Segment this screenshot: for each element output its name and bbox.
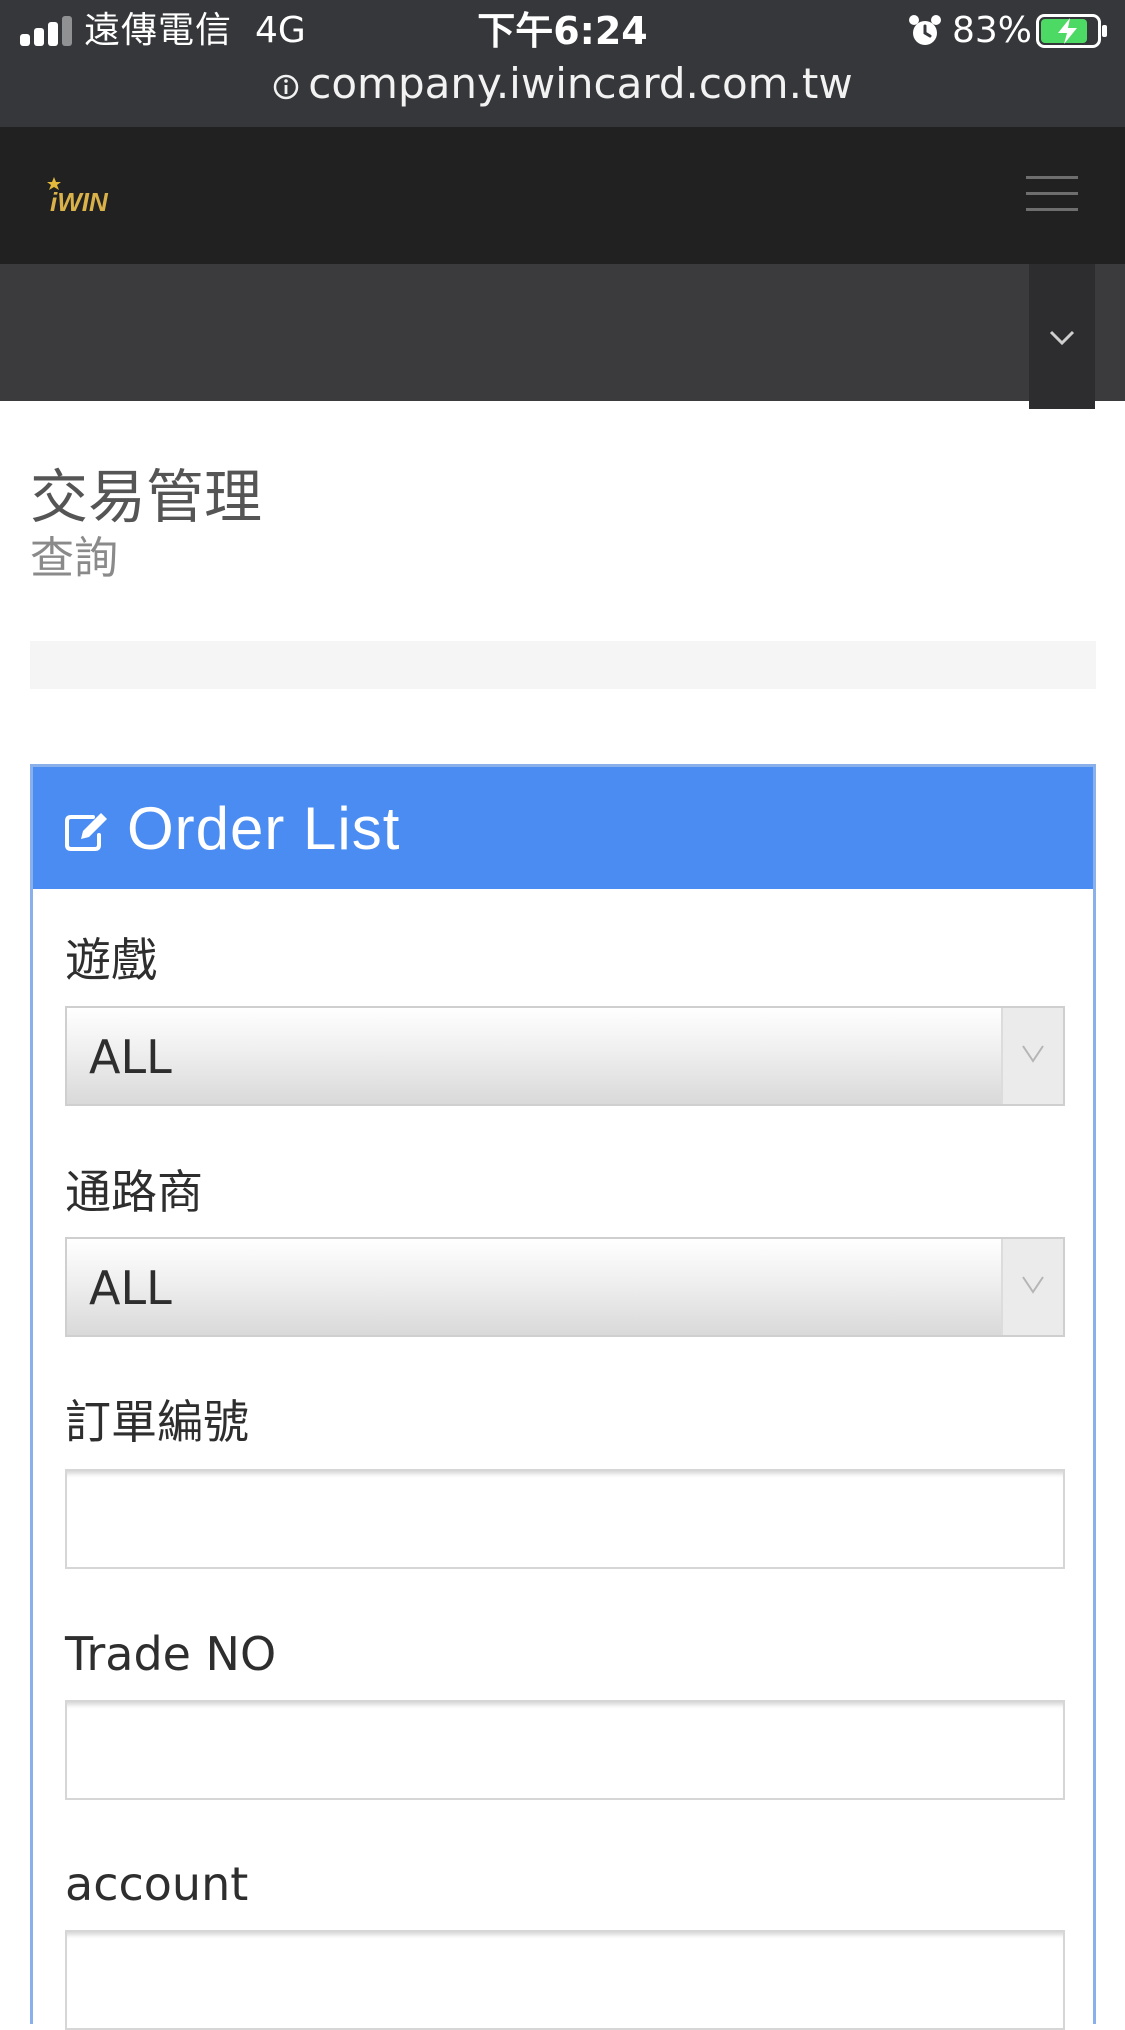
page-title: 交易管理 <box>30 463 263 531</box>
address-bar[interactable]: company.iwincard.com.tw <box>0 56 1125 112</box>
game-label: 遊戲 <box>65 933 157 987</box>
edit-icon <box>65 813 107 851</box>
hamburger-menu-icon[interactable] <box>1026 172 1078 216</box>
breadcrumb <box>30 641 1096 689</box>
panel-title: Order List <box>127 795 401 862</box>
status-bar: 遠傳電信 4G 下午6:24 83% company.iwincard.com.… <box>0 0 1125 127</box>
trade-no-label: Trade NO <box>65 1627 277 1681</box>
game-select-arrow[interactable] <box>1001 1008 1063 1104</box>
order-no-label: 訂單編號 <box>65 1395 249 1449</box>
trade-no-input[interactable] <box>65 1700 1065 1800</box>
triangle-down-icon <box>1022 1045 1044 1063</box>
channel-select-value: ALL <box>89 1261 172 1315</box>
top-navbar: iWIN <box>0 127 1125 264</box>
url-text: company.iwincard.com.tw <box>308 59 853 108</box>
svg-text:iWIN: iWIN <box>50 187 109 217</box>
page-subtitle: 查詢 <box>30 533 118 584</box>
battery-percent: 83% <box>952 10 1033 51</box>
triangle-down-icon <box>1022 1276 1044 1294</box>
order-no-input[interactable] <box>65 1469 1065 1569</box>
account-label: account <box>65 1857 249 1911</box>
info-icon[interactable] <box>272 73 300 101</box>
channel-select[interactable]: ALL <box>65 1237 1065 1337</box>
chevron-down-icon <box>1049 330 1075 346</box>
iwin-logo[interactable]: iWIN <box>46 175 126 219</box>
order-list-panel: Order List 遊戲 ALL 通路商 ALL 訂單編號 Trade NO … <box>30 764 1096 2030</box>
battery-charging-icon <box>1036 14 1107 48</box>
game-select[interactable]: ALL <box>65 1006 1065 1106</box>
panel-heading: Order List <box>33 767 1093 889</box>
channel-label: 通路商 <box>65 1165 203 1219</box>
game-select-value: ALL <box>89 1030 172 1084</box>
alarm-icon <box>909 15 941 45</box>
dropdown-toggle-button[interactable] <box>1029 264 1095 409</box>
status-row: 遠傳電信 4G 下午6:24 83% <box>0 0 1125 62</box>
secondary-nav-bar <box>0 264 1125 401</box>
account-input[interactable] <box>65 1930 1065 2030</box>
channel-select-arrow[interactable] <box>1001 1239 1063 1335</box>
